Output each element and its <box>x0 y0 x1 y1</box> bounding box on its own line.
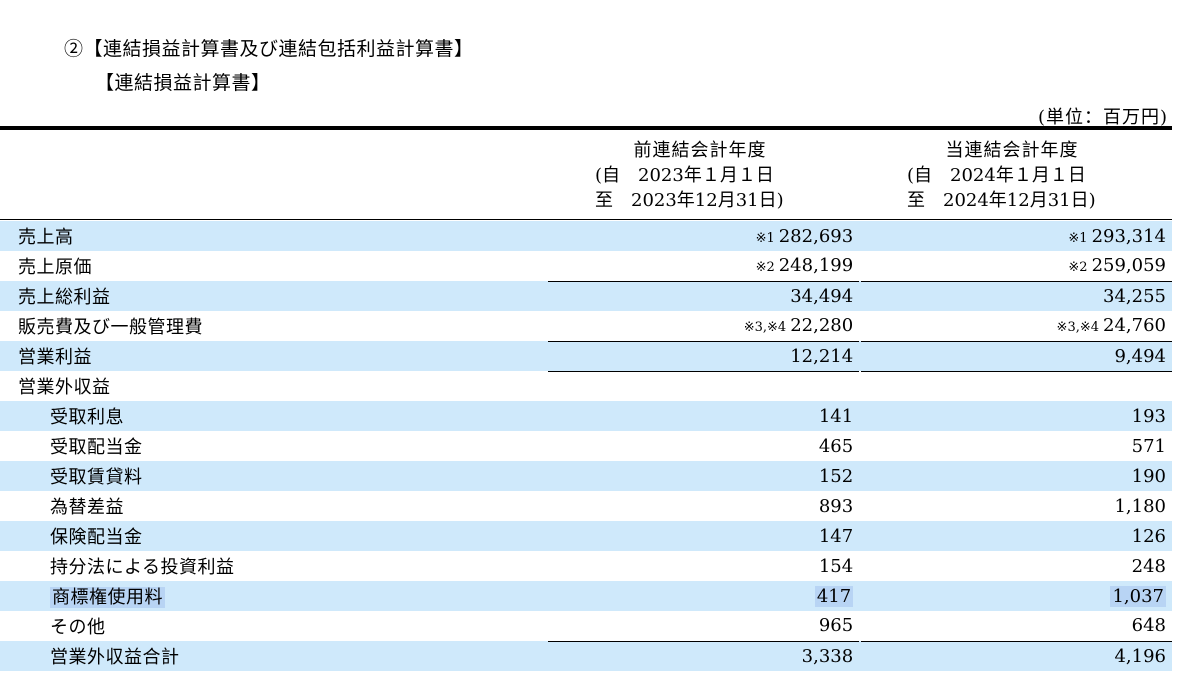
table-row: 持分法による投資利益 154 248 <box>0 551 1172 581</box>
row-label: 為替差益 <box>0 491 547 521</box>
footnote-ref: ※3,※4 <box>743 320 787 336</box>
table-row: 受取利息 141 193 <box>0 401 1172 431</box>
row-label: 商標権使用料 <box>0 581 547 611</box>
column-header-current-year: 当連結会計年度 (自 2024年１月１日 至 2024年12月31日) <box>857 138 1167 213</box>
value-current: 9,494 <box>861 340 1172 371</box>
row-label: 売上原価 <box>0 251 547 281</box>
value-prior: ※3,※4 22,280 <box>548 311 860 341</box>
table-row: 為替差益 893 1,180 <box>0 491 1172 521</box>
value-prior: ※2 248,199 <box>548 251 860 281</box>
value-prior: 417 <box>548 581 860 611</box>
value-prior <box>548 370 860 401</box>
value-prior: 893 <box>548 491 860 521</box>
value-prior: 154 <box>548 551 860 581</box>
selected-text: 商標権使用料 <box>50 587 165 608</box>
value-current: 126 <box>861 521 1172 551</box>
table-row: 販売費及び一般管理費 ※3,※4 22,280 ※3,※4 24,760 <box>0 311 1172 341</box>
value-current: 34,255 <box>861 280 1172 311</box>
table-row: その他 965 648 <box>0 611 1172 641</box>
footnote-ref: ※2 <box>1068 260 1088 276</box>
row-label: 保険配当金 <box>0 521 547 551</box>
row-label: 売上高 <box>0 221 547 251</box>
value-current: 1,037 <box>861 581 1172 611</box>
table-row: 売上原価 ※2 248,199 ※2 259,059 <box>0 251 1172 281</box>
value-prior: 147 <box>548 521 860 551</box>
statement-title: 【連結損益計算書】 <box>95 72 271 94</box>
value-prior: 152 <box>548 461 860 491</box>
value-prior: 3,338 <box>548 640 860 671</box>
value-current: 248 <box>861 551 1172 581</box>
value-prior: 34,494 <box>548 280 860 311</box>
value-prior: 965 <box>548 611 860 641</box>
table-row: 受取賃貸料 152 190 <box>0 461 1172 491</box>
value-current: 193 <box>861 401 1172 431</box>
value-current: ※2 259,059 <box>861 251 1172 281</box>
value-current: ※3,※4 24,760 <box>861 311 1172 341</box>
value-current: 648 <box>861 611 1172 641</box>
period-start: (自 2024年１月１日 <box>907 165 1086 186</box>
period-end: 至 2024年12月31日) <box>907 190 1096 211</box>
footnote-ref: ※1 <box>1068 230 1088 246</box>
table-row: 保険配当金 147 126 <box>0 521 1172 551</box>
row-label: 持分法による投資利益 <box>0 551 547 581</box>
value-current: ※1 293,314 <box>861 221 1172 251</box>
period-start: (自 2023年１月１日 <box>595 165 774 186</box>
table-row: 売上高 ※1 282,693 ※1 293,314 <box>0 221 1172 251</box>
footnote-ref: ※2 <box>755 260 775 276</box>
value-current: 1,180 <box>861 491 1172 521</box>
row-label: 営業外収益 <box>0 371 547 401</box>
row-label: その他 <box>0 611 547 641</box>
footnote-ref: ※3,※4 <box>1056 320 1100 336</box>
selected-text: 1,037 <box>1110 585 1166 607</box>
row-label: 受取賃貸料 <box>0 461 547 491</box>
value-current: 4,196 <box>861 640 1172 671</box>
row-label: 販売費及び一般管理費 <box>0 311 547 341</box>
table-row: 営業外収益合計 3,338 4,196 <box>0 640 1172 671</box>
row-label: 売上総利益 <box>0 281 547 311</box>
row-label: 受取利息 <box>0 401 547 431</box>
row-label: 営業外収益合計 <box>0 641 547 671</box>
value-prior: 141 <box>548 401 860 431</box>
top-rule <box>0 126 1172 130</box>
section-heading: ②【連結損益計算書及び連結包括利益計算書】 <box>64 38 474 60</box>
period-end: 至 2023年12月31日) <box>595 190 784 211</box>
value-current <box>861 370 1172 401</box>
table-row: 売上総利益 34,494 34,255 <box>0 280 1172 311</box>
value-prior: ※1 282,693 <box>548 221 860 251</box>
income-statement-table: 売上高 ※1 282,693 ※1 293,314 売上原価 ※2 248,199 ※… <box>0 221 1172 671</box>
header-rule <box>0 219 1172 220</box>
table-row: 受取配当金 465 571 <box>0 431 1172 461</box>
value-current: 571 <box>861 431 1172 461</box>
selected-text: 417 <box>814 585 854 607</box>
table-row: 営業利益 12,214 9,494 <box>0 340 1172 371</box>
value-prior: 465 <box>548 431 860 461</box>
value-current: 190 <box>861 461 1172 491</box>
row-label: 営業利益 <box>0 341 547 371</box>
table-row: 営業外収益 <box>0 370 1172 401</box>
column-title: 当連結会計年度 <box>945 140 1079 161</box>
table-row-highlighted: 商標権使用料 417 1,037 <box>0 581 1172 611</box>
column-header-prior-year: 前連結会計年度 (自 2023年１月１日 至 2023年12月31日) <box>545 138 855 213</box>
value-prior: 12,214 <box>548 340 860 371</box>
footnote-ref: ※1 <box>755 230 775 246</box>
row-label: 受取配当金 <box>0 431 547 461</box>
column-title: 前連結会計年度 <box>633 140 767 161</box>
